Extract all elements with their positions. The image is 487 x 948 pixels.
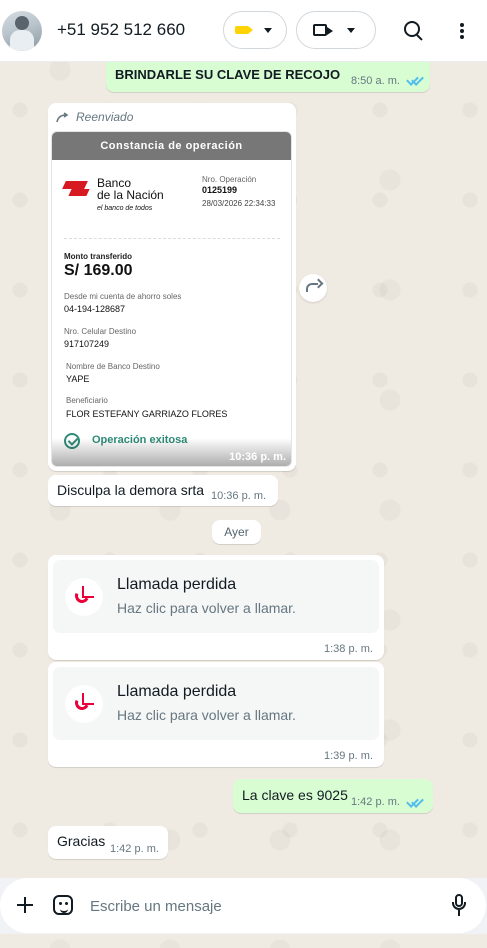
- beneficiary-value: FLOR ESTEFANY GARRIAZO FLORES: [66, 409, 228, 419]
- search-button[interactable]: [399, 16, 429, 46]
- operation-label: Nro. Operación: [202, 175, 257, 184]
- composer: [0, 878, 487, 934]
- chevron-down-icon: [264, 28, 272, 33]
- phone-label: Nro. Celular Destino: [64, 327, 137, 336]
- video-camera-icon: [313, 24, 333, 36]
- message-time: 1:38 p. m.: [324, 643, 373, 655]
- dest-bank-value: YAPE: [66, 374, 90, 384]
- message-time: 1:42 p. m.: [110, 843, 159, 855]
- message-time: 1:42 p. m.: [351, 796, 400, 808]
- message-text: Disculpa la demora srta: [57, 482, 205, 498]
- message-time: 10:36 p. m.: [211, 490, 267, 502]
- missed-call-icon: [65, 578, 103, 616]
- amount-value: S/ 169.00: [64, 262, 133, 279]
- amount-label: Monto transferido: [64, 252, 132, 261]
- forward-button[interactable]: [299, 274, 327, 302]
- missed-call-icon: [65, 685, 103, 723]
- dest-bank-label: Nombre de Banco Destino: [66, 362, 160, 371]
- bank-logo-icon: [64, 177, 94, 201]
- message-in-disculpa[interactable]: Disculpa la demora srta 10:36 p. m.: [48, 475, 278, 506]
- beneficiary-label: Beneficiario: [66, 396, 108, 405]
- forwarded-label: Reenviado: [76, 110, 134, 124]
- call-subtitle: Haz clic para volver a llamar.: [117, 600, 296, 616]
- call-title: Llamada perdida: [117, 683, 237, 700]
- call-title: Llamada perdida: [117, 576, 237, 593]
- message-time: 8:50 a. m.: [351, 75, 400, 87]
- read-receipt-icon: [407, 796, 423, 806]
- chevron-down-icon: [347, 28, 355, 33]
- message-text: La clave es 9025: [242, 787, 348, 803]
- menu-button[interactable]: [447, 16, 477, 46]
- message-out-clave[interactable]: La clave es 9025 1:42 p. m.: [233, 779, 433, 813]
- chat-header: +51 952 512 660: [0, 0, 487, 62]
- phone-value: 917107249: [64, 339, 110, 349]
- label-button[interactable]: [223, 11, 287, 49]
- operation-number: 0125199: [202, 185, 238, 195]
- bank-name: Banco de la Nación: [97, 176, 164, 202]
- missed-call-card[interactable]: Llamada perdida Haz clic para volver a l…: [53, 560, 379, 633]
- message-time: 1:39 p. m.: [324, 750, 373, 762]
- message-time: 10:36 p. m.: [229, 451, 286, 463]
- account-label: Desde mi cuenta de ahorro soles: [64, 292, 182, 301]
- message-input[interactable]: [90, 896, 420, 916]
- receipt-title: Constancia de operación: [52, 132, 291, 160]
- contact-name[interactable]: +51 952 512 660: [57, 20, 185, 40]
- bank-slogan: el banco de todos: [97, 205, 153, 212]
- read-receipt-icon: [407, 74, 423, 84]
- video-call-button[interactable]: [296, 11, 376, 49]
- call-subtitle: Haz clic para volver a llamar.: [117, 707, 296, 723]
- avatar[interactable]: [2, 11, 42, 51]
- emoji-sticker-icon[interactable]: [53, 895, 73, 915]
- operation-date: 28/03/2026 22:34:33: [202, 199, 276, 208]
- date-chip: Ayer: [212, 520, 261, 544]
- attach-plus-icon[interactable]: [15, 895, 35, 915]
- missed-call-card[interactable]: Llamada perdida Haz clic para volver a l…: [53, 667, 379, 740]
- divider: [64, 238, 280, 239]
- account-value: 04-194-128687: [64, 304, 126, 314]
- forwarded-icon: [56, 111, 70, 123]
- receipt-image[interactable]: Constancia de operación Banco de la Naci…: [51, 131, 292, 467]
- message-text: BRINDARLE SU CLAVE DE RECOJO: [115, 67, 341, 82]
- message-in-gracias[interactable]: Gracias 1:42 p. m.: [48, 826, 168, 859]
- message-text: Gracias: [57, 833, 106, 849]
- label-icon: [235, 26, 253, 34]
- composer-box: [0, 878, 486, 933]
